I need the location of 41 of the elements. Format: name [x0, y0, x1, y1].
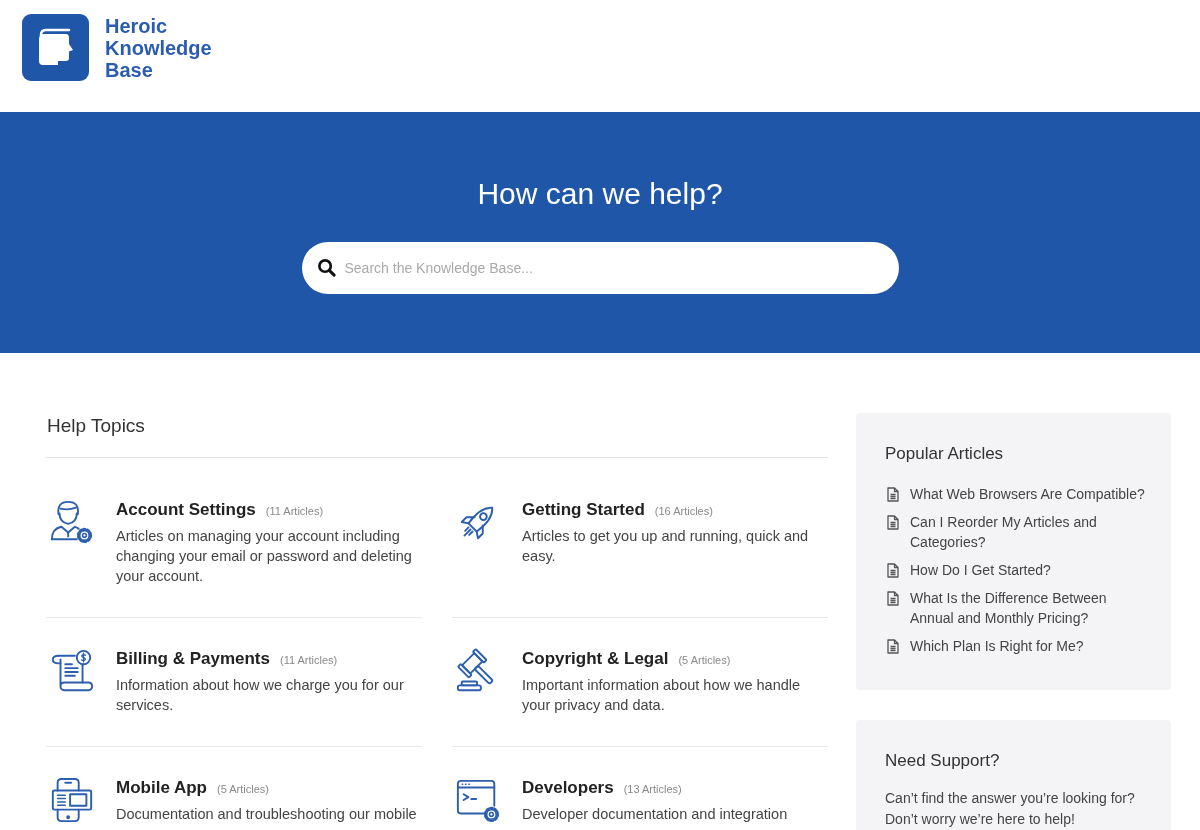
- article-link[interactable]: What Is the Difference Between Annual and Monthly Pricing?: [910, 588, 1149, 628]
- topic-description: Important information about how we handle your privacy and data.: [522, 676, 802, 715]
- search-field[interactable]: Search the Knowledge Base...: [301, 242, 899, 294]
- article-link[interactable]: What Web Browsers Are Compatible?: [910, 484, 1145, 504]
- topic-title-link[interactable]: Getting Started: [522, 499, 645, 521]
- article-count: (13 Articles): [623, 783, 682, 795]
- search-icon: [316, 258, 336, 277]
- document-icon: [887, 591, 899, 606]
- topic-description: Articles on managing your account including changing your email or password and deleting your account.: [116, 527, 413, 586]
- topic-title-link[interactable]: Mobile App: [116, 777, 207, 799]
- article-count: (16 Articles): [654, 505, 713, 517]
- user-gear-icon: [49, 499, 95, 545]
- article-link[interactable]: Can I Reorder My Articles and Categories?: [910, 512, 1149, 552]
- panel-heading: Popular Articles: [885, 443, 1005, 465]
- topic-title-link[interactable]: Developers: [522, 777, 614, 799]
- document-icon: [887, 487, 899, 502]
- site-title[interactable]: Heroic Knowledge Base: [105, 15, 212, 81]
- support-text: Can’t find the answer you’re looking for? Don’t worry we’re here to help!: [885, 789, 1136, 829]
- document-icon: [887, 563, 899, 578]
- article-count: (5 Articles): [216, 783, 269, 795]
- document-icon: [887, 639, 899, 654]
- article-link[interactable]: Which Plan Is Right for Me?: [910, 636, 1084, 656]
- panel-heading: Need Support?: [885, 750, 1001, 772]
- topic-description: Articles to get you up and running, quick and easy.: [522, 527, 810, 566]
- topic-title-link[interactable]: Account Settings: [116, 499, 256, 521]
- phone-icon: [49, 777, 95, 823]
- document-icon: [887, 515, 899, 530]
- section-heading: Help Topics: [47, 415, 146, 437]
- article-count: (11 Articles): [280, 654, 338, 666]
- code-window-icon: [455, 777, 501, 823]
- topic-description: Information about how we charge you for our services.: [116, 676, 405, 715]
- topic-title-link[interactable]: Copyright & Legal: [522, 648, 669, 670]
- topic-description: Developer documentation and integration: [522, 805, 789, 824]
- book-logo-icon: [22, 14, 89, 81]
- hero-title: How can we help?: [477, 176, 723, 212]
- article-link[interactable]: How Do I Get Started?: [910, 560, 1051, 580]
- article-count: (11 Articles): [265, 505, 324, 517]
- bill-icon: [49, 648, 95, 694]
- topic-title-link[interactable]: Billing & Payments: [116, 648, 270, 670]
- article-count: (5 Articles): [678, 654, 731, 666]
- topic-description: Documentation and troubleshooting our mobile: [116, 805, 418, 824]
